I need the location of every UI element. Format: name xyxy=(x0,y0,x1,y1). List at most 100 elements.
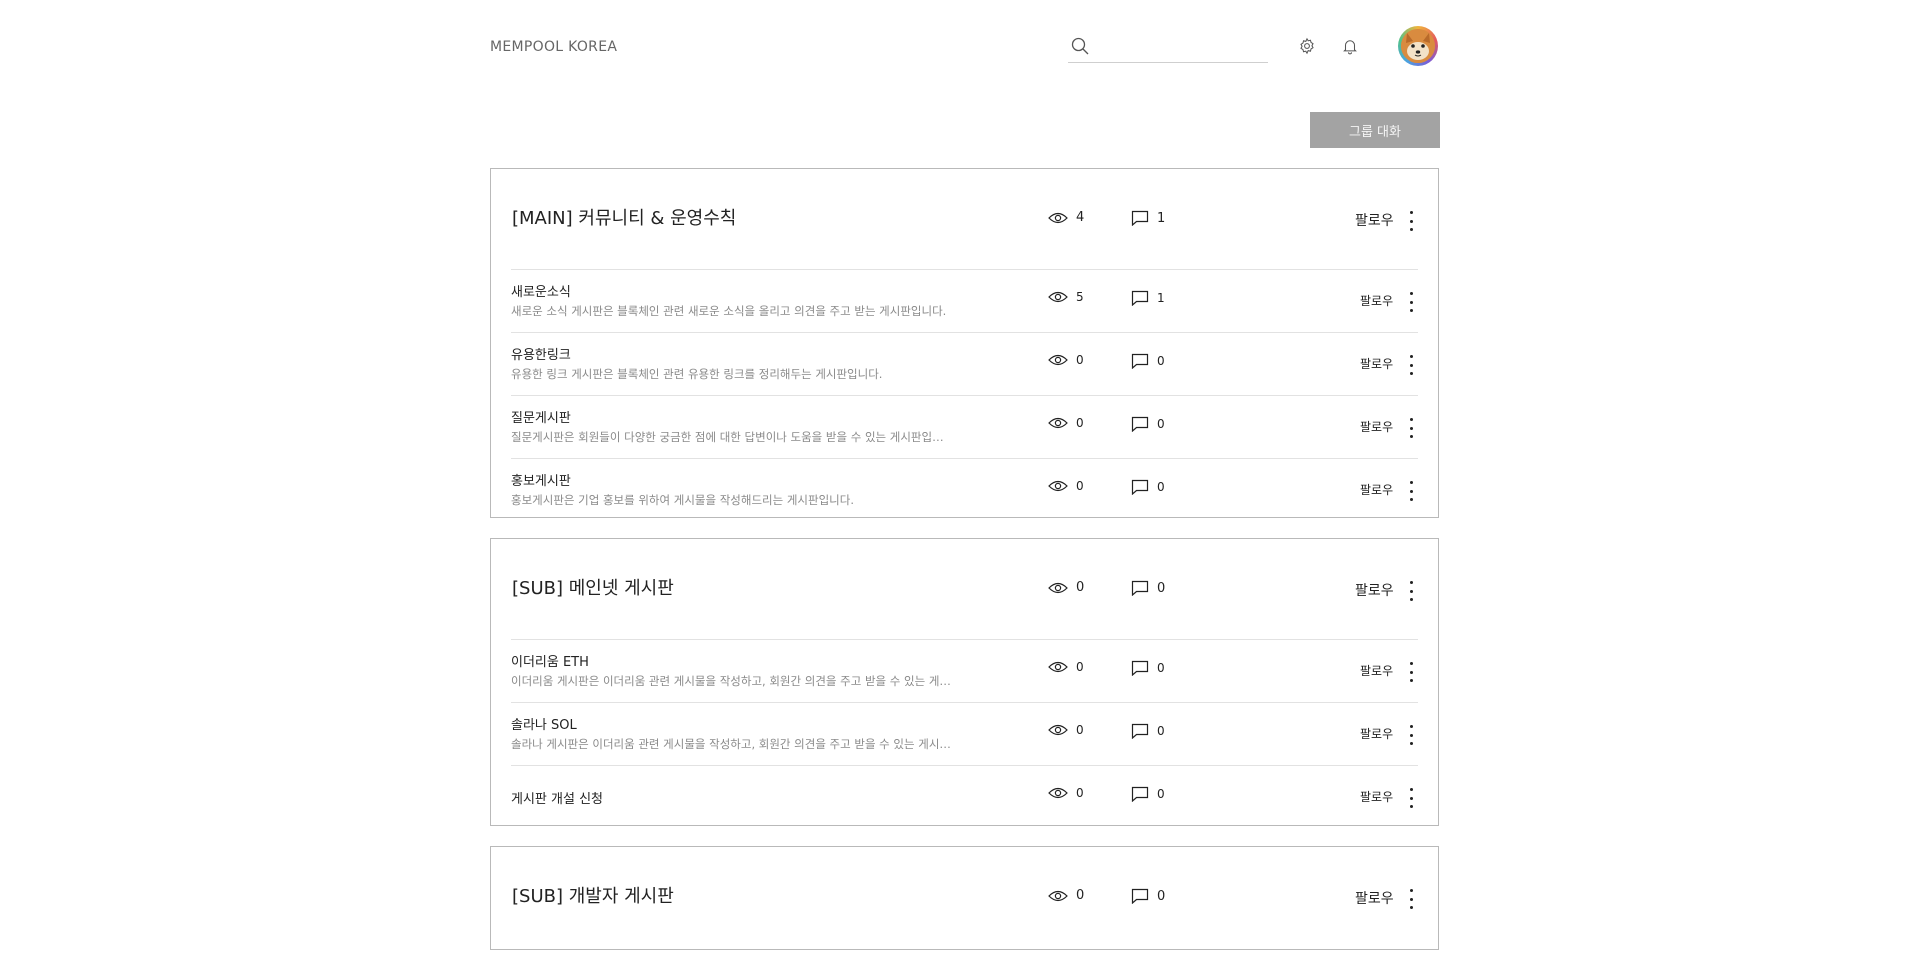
comments-stat: 0 xyxy=(1131,888,1165,904)
follow-button[interactable]: 팔로우 xyxy=(1360,418,1393,435)
eye-icon xyxy=(1048,787,1068,799)
comments-count: 0 xyxy=(1157,354,1165,368)
views-count: 0 xyxy=(1076,416,1084,430)
board-name[interactable]: 이더리움 ETH xyxy=(511,651,589,670)
category-card: [MAIN] 커뮤니티 & 운영수칙 4 1 팔로우 새로운소식 새로운 소식 … xyxy=(490,168,1439,518)
category-card: [SUB] 개발자 게시판 0 0 팔로우 xyxy=(490,846,1439,950)
follow-button[interactable]: 팔로우 xyxy=(1360,292,1393,309)
board-row[interactable]: 홍보게시판 홍보게시판은 기업 홍보를 위하여 게시물을 작성해드리는 게시판입… xyxy=(511,458,1418,521)
views-count: 0 xyxy=(1076,888,1085,903)
views-count: 0 xyxy=(1076,660,1084,674)
comments-stat: 1 xyxy=(1131,210,1165,226)
comments-count: 1 xyxy=(1157,291,1165,305)
follow-button[interactable]: 팔로우 xyxy=(1355,580,1394,600)
avatar[interactable] xyxy=(1398,26,1438,66)
views-stat: 0 xyxy=(1048,479,1084,493)
category-title[interactable]: [SUB] 개발자 게시판 xyxy=(512,882,674,908)
views-stat: 0 xyxy=(1048,580,1084,595)
board-name[interactable]: 유용한링크 xyxy=(511,344,571,363)
eye-icon xyxy=(1048,291,1068,303)
eye-icon xyxy=(1048,417,1068,429)
search-bar[interactable] xyxy=(1068,32,1268,63)
views-count: 0 xyxy=(1076,479,1084,493)
more-options-icon[interactable] xyxy=(1406,725,1416,745)
views-stat: 0 xyxy=(1048,723,1084,737)
board-description: 새로운 소식 게시판은 블록체인 관련 새로운 소식을 올리고 의견을 주고 받… xyxy=(511,304,947,318)
follow-button[interactable]: 팔로우 xyxy=(1355,210,1394,230)
comment-icon xyxy=(1131,353,1149,369)
category-header[interactable]: [SUB] 개발자 게시판 0 0 팔로우 xyxy=(491,847,1438,947)
board-row[interactable]: 질문게시판 질문게시판은 회원들이 다양한 궁금한 점에 대한 답변이나 도움을… xyxy=(511,395,1418,458)
category-title[interactable]: [MAIN] 커뮤니티 & 운영수칙 xyxy=(512,204,736,230)
board-description: 유용한 링크 게시판은 블록체인 관련 유용한 링크를 정리해두는 게시판입니다… xyxy=(511,367,883,381)
comment-icon xyxy=(1131,723,1149,739)
more-options-icon[interactable] xyxy=(1406,788,1416,808)
follow-button[interactable]: 팔로우 xyxy=(1360,662,1393,679)
comment-icon xyxy=(1131,290,1149,306)
comment-icon xyxy=(1131,210,1149,226)
board-row[interactable]: 솔라나 SOL 솔라나 게시판은 이더리움 관련 게시물을 작성하고, 회원간 … xyxy=(511,702,1418,765)
comments-stat: 0 xyxy=(1131,723,1165,739)
follow-button[interactable]: 팔로우 xyxy=(1355,888,1394,908)
search-icon[interactable] xyxy=(1070,36,1090,60)
board-row[interactable]: 이더리움 ETH 이더리움 게시판은 이더리움 관련 게시물을 작성하고, 회원… xyxy=(511,639,1418,702)
follow-button[interactable]: 팔로우 xyxy=(1360,788,1393,805)
follow-button[interactable]: 팔로우 xyxy=(1360,355,1393,372)
views-count: 0 xyxy=(1076,580,1085,595)
board-name[interactable]: 질문게시판 xyxy=(511,407,571,426)
eye-icon xyxy=(1048,480,1068,492)
comments-count: 0 xyxy=(1157,888,1166,904)
comment-icon xyxy=(1131,580,1149,596)
views-count: 0 xyxy=(1076,786,1084,800)
board-row[interactable]: 유용한링크 유용한 링크 게시판은 블록체인 관련 유용한 링크를 정리해두는 … xyxy=(511,332,1418,395)
gear-icon[interactable] xyxy=(1296,35,1318,57)
comments-count: 0 xyxy=(1157,724,1165,738)
views-stat: 0 xyxy=(1048,416,1084,430)
views-count: 5 xyxy=(1076,290,1084,304)
more-options-icon[interactable] xyxy=(1406,418,1416,438)
board-name[interactable]: 솔라나 SOL xyxy=(511,714,577,733)
comments-count: 0 xyxy=(1157,787,1165,801)
more-options-icon[interactable] xyxy=(1406,662,1416,682)
site-brand[interactable]: MEMPOOL KOREA xyxy=(490,39,617,55)
views-stat: 0 xyxy=(1048,786,1084,800)
eye-icon xyxy=(1048,890,1068,901)
more-options-icon[interactable] xyxy=(1406,355,1416,375)
comments-stat: 1 xyxy=(1131,290,1165,306)
category-title[interactable]: [SUB] 메인넷 게시판 xyxy=(512,574,674,600)
group-chat-button[interactable]: 그룹 대화 xyxy=(1310,112,1440,148)
bell-icon[interactable] xyxy=(1339,35,1361,57)
category-header[interactable]: [MAIN] 커뮤니티 & 운영수칙 4 1 팔로우 xyxy=(491,169,1438,269)
board-name[interactable]: 새로운소식 xyxy=(511,281,571,300)
eye-icon xyxy=(1048,212,1068,223)
views-stat: 0 xyxy=(1048,888,1084,903)
board-description: 질문게시판은 회원들이 다양한 궁금한 점에 대한 답변이나 도움을 받을 수 … xyxy=(511,430,951,444)
more-options-icon[interactable] xyxy=(1406,581,1416,601)
views-stat: 4 xyxy=(1048,210,1084,225)
site-header: MEMPOOL KOREA xyxy=(490,22,1440,72)
views-count: 4 xyxy=(1076,210,1085,225)
forum-page: MEMPOOL KOREA 그룹 대화 [MAIN] 커뮤니티 & 운영수칙 4… xyxy=(0,0,1911,963)
board-row[interactable]: 새로운소식 새로운 소식 게시판은 블록체인 관련 새로운 소식을 올리고 의견… xyxy=(511,269,1418,332)
board-name[interactable]: 홍보게시판 xyxy=(511,470,571,489)
board-row[interactable]: 게시판 개설 신청 0 0 팔로우 xyxy=(511,765,1418,828)
comments-stat: 0 xyxy=(1131,416,1165,432)
search-input[interactable] xyxy=(1102,35,1266,59)
board-name[interactable]: 게시판 개설 신청 xyxy=(511,788,603,807)
more-options-icon[interactable] xyxy=(1406,889,1416,909)
comments-count: 0 xyxy=(1157,480,1165,494)
eye-icon xyxy=(1048,354,1068,366)
more-options-icon[interactable] xyxy=(1406,292,1416,312)
comments-count: 0 xyxy=(1157,661,1165,675)
views-count: 0 xyxy=(1076,723,1084,737)
follow-button[interactable]: 팔로우 xyxy=(1360,725,1393,742)
shiba-avatar-icon xyxy=(1401,29,1435,63)
more-options-icon[interactable] xyxy=(1406,211,1416,231)
follow-button[interactable]: 팔로우 xyxy=(1360,481,1393,498)
views-stat: 5 xyxy=(1048,290,1084,304)
category-header[interactable]: [SUB] 메인넷 게시판 0 0 팔로우 xyxy=(491,539,1438,639)
board-description: 이더리움 게시판은 이더리움 관련 게시물을 작성하고, 회원간 의견을 주고 … xyxy=(511,674,951,688)
comment-icon xyxy=(1131,479,1149,495)
board-description: 홍보게시판은 기업 홍보를 위하여 게시물을 작성해드리는 게시판입니다. xyxy=(511,493,854,507)
more-options-icon[interactable] xyxy=(1406,481,1416,501)
